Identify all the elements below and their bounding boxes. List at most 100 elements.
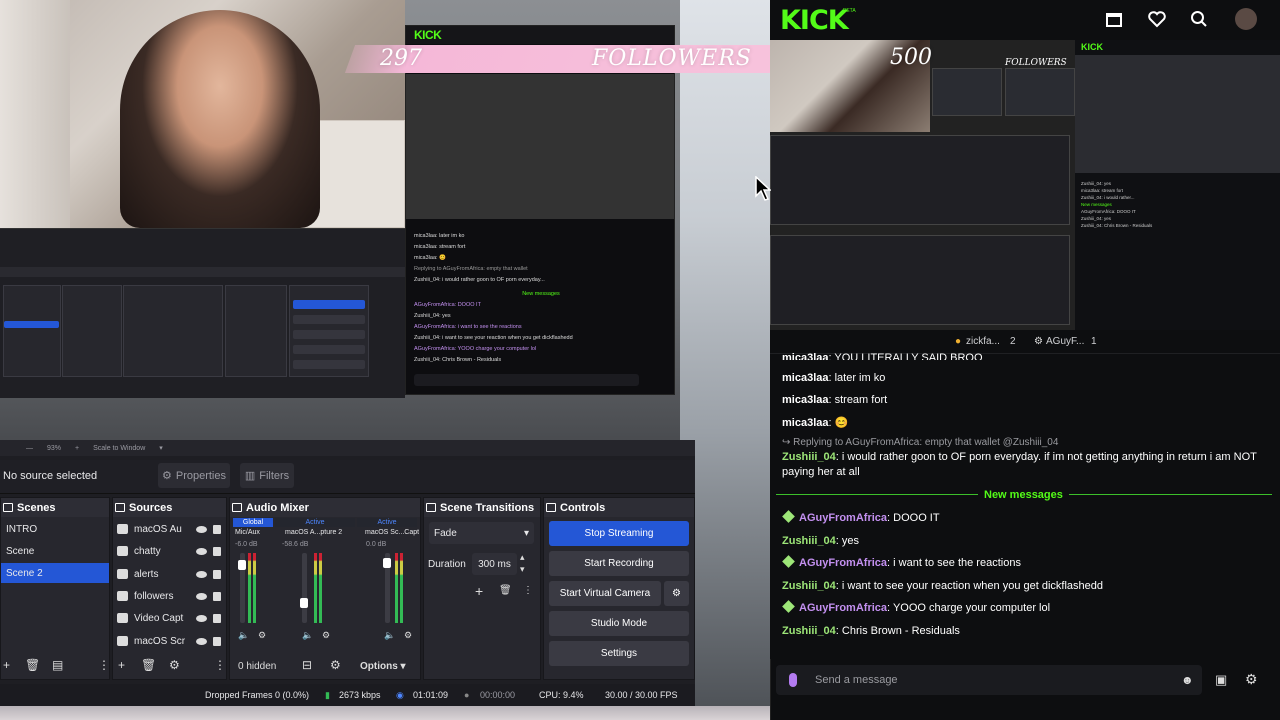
add-transition-icon[interactable]: + bbox=[475, 583, 483, 599]
avatar[interactable] bbox=[1235, 8, 1257, 30]
trash-icon[interactable]: 🗑 bbox=[499, 585, 512, 596]
zoom-plus-icon[interactable]: + bbox=[75, 445, 79, 452]
fader-knob[interactable] bbox=[300, 598, 308, 608]
gift-icon[interactable]: ▣ bbox=[1215, 672, 1227, 688]
speaker-icon[interactable]: 🔈 bbox=[302, 630, 313, 641]
trash-icon[interactable]: 🗑 bbox=[141, 658, 156, 677]
transition-select[interactable]: Fade ▾ bbox=[429, 522, 534, 544]
username[interactable]: Zushiii_04 bbox=[782, 451, 836, 463]
eye-icon[interactable] bbox=[196, 592, 207, 600]
scene-item[interactable]: INTRO bbox=[1, 519, 109, 539]
settings-icon[interactable]: ⚙ bbox=[258, 630, 266, 641]
mic-icon[interactable] bbox=[789, 673, 797, 687]
source-item[interactable]: macOS Au bbox=[117, 519, 225, 539]
lock-icon[interactable] bbox=[213, 546, 221, 556]
lock-icon[interactable] bbox=[213, 591, 221, 601]
heart-icon[interactable] bbox=[1148, 10, 1166, 28]
followers-label: FOLLOWERS bbox=[592, 46, 752, 71]
search-icon[interactable] bbox=[1190, 10, 1208, 28]
more-icon[interactable]: ⋮ bbox=[523, 585, 533, 596]
add-scene-icon[interactable]: + bbox=[3, 658, 10, 677]
source-item[interactable]: alerts bbox=[117, 564, 225, 584]
settings-icon[interactable]: ⚙ bbox=[404, 630, 412, 641]
filters-button[interactable]: ▥ Filters bbox=[240, 463, 294, 488]
source-item[interactable]: followers bbox=[117, 586, 225, 606]
new-messages-label[interactable]: New messages bbox=[978, 489, 1069, 501]
scene-item[interactable]: Scene bbox=[1, 541, 109, 561]
add-source-icon[interactable]: + bbox=[118, 658, 125, 677]
mixer-tab-global[interactable]: Global bbox=[233, 518, 273, 527]
username[interactable]: mica3laa bbox=[782, 417, 828, 429]
duration-input[interactable]: 300 ms bbox=[472, 553, 517, 575]
more-icon[interactable]: ⋮ bbox=[98, 658, 110, 677]
settings-button[interactable]: Settings bbox=[549, 641, 689, 666]
source-item[interactable]: Video Capt bbox=[117, 608, 225, 628]
speaker-icon[interactable]: 🔈 bbox=[384, 630, 395, 641]
browser-icon bbox=[117, 569, 128, 579]
gear-icon[interactable]: ⚙ bbox=[664, 581, 689, 606]
zoom-minus-icon[interactable]: — bbox=[26, 445, 33, 452]
chat-message: AGuyFromAfrica: YOOO charge your compute… bbox=[782, 600, 1050, 614]
gear-icon[interactable]: ⚙ bbox=[330, 658, 341, 677]
lock-icon[interactable] bbox=[213, 636, 221, 646]
settings-icon[interactable]: ⚙ bbox=[322, 630, 330, 641]
kick-logo[interactable]: KICK bbox=[780, 5, 849, 36]
layout-icon[interactable]: ⊟ bbox=[302, 658, 312, 677]
username[interactable]: AGuyFromAfrica bbox=[799, 602, 887, 614]
scene-filter-icon[interactable]: ▤ bbox=[52, 658, 63, 677]
options-button[interactable]: Options ▾ bbox=[360, 661, 406, 680]
scene-item-selected[interactable]: Scene 2 bbox=[1, 563, 109, 583]
duration-label: Duration bbox=[428, 559, 466, 570]
lock-icon[interactable] bbox=[213, 524, 221, 534]
followers-label: FOLLOWERS bbox=[1005, 58, 1067, 68]
eye-icon[interactable] bbox=[196, 614, 207, 622]
mixer-tab-active[interactable]: Active bbox=[275, 518, 355, 527]
fader-knob[interactable] bbox=[383, 558, 391, 568]
viewer-name[interactable]: zickfa... bbox=[966, 336, 1000, 347]
viewer-name[interactable]: AGuyF... bbox=[1046, 336, 1084, 347]
eye-icon[interactable] bbox=[196, 570, 207, 578]
trash-icon[interactable]: 🗑 bbox=[25, 658, 40, 677]
lock-icon[interactable] bbox=[213, 569, 221, 579]
kick-stream-video[interactable]: KICK Zushiii_04: yes mica3laa: stream for… bbox=[770, 40, 1280, 330]
lock-icon[interactable] bbox=[213, 613, 221, 623]
username[interactable]: mica3laa bbox=[782, 394, 828, 406]
gift-icon[interactable] bbox=[1105, 10, 1123, 28]
chevron-down-icon[interactable]: ▾ bbox=[159, 444, 163, 452]
username[interactable]: Zushiii_04 bbox=[782, 535, 836, 547]
stepper-down-icon[interactable]: ▾ bbox=[520, 564, 525, 575]
scale-mode[interactable]: Scale to Window bbox=[93, 445, 145, 452]
badge-icon bbox=[782, 555, 795, 568]
start-recording-button[interactable]: Start Recording bbox=[549, 551, 689, 576]
username[interactable]: AGuyFromAfrica bbox=[799, 557, 887, 569]
properties-button[interactable]: ⚙ Properties bbox=[158, 463, 230, 488]
eye-icon[interactable] bbox=[196, 637, 207, 645]
chat-message: Zushiii_04: Chris Brown - Residuals bbox=[782, 625, 960, 637]
volume-fader[interactable] bbox=[302, 553, 307, 623]
username[interactable]: mica3laa bbox=[782, 372, 828, 384]
username[interactable]: Zushiii_04 bbox=[782, 625, 836, 637]
gear-icon[interactable]: ⚙ bbox=[169, 658, 180, 677]
emoji-icon[interactable]: ☻ bbox=[1181, 673, 1194, 687]
status-bar: Dropped Frames 0 (0.0%) ▮ 2673 kbps ◉ 01… bbox=[0, 684, 695, 706]
source-item[interactable]: macOS Scr bbox=[117, 631, 225, 651]
mixer-tab-active[interactable]: Active bbox=[357, 518, 417, 527]
fps: 30.00 / 30.00 FPS bbox=[605, 690, 678, 700]
eye-icon[interactable] bbox=[196, 525, 207, 533]
chat-message: AGuyFromAfrica: DOOO IT bbox=[782, 510, 940, 524]
fader-knob[interactable] bbox=[238, 560, 246, 570]
speaker-icon[interactable]: 🔈 bbox=[238, 630, 249, 641]
studio-mode-button[interactable]: Studio Mode bbox=[549, 611, 689, 636]
webcam-feed bbox=[0, 0, 405, 228]
eye-icon[interactable] bbox=[196, 547, 207, 555]
stepper-up-icon[interactable]: ▴ bbox=[520, 552, 525, 563]
source-item[interactable]: chatty bbox=[117, 541, 225, 561]
gear-icon[interactable]: ⚙ bbox=[1245, 671, 1258, 688]
username[interactable]: AGuyFromAfrica bbox=[799, 512, 887, 524]
more-icon[interactable]: ⋮ bbox=[214, 658, 226, 677]
sources-dock: Sources macOS Au chatty alerts followers… bbox=[112, 497, 227, 680]
stop-streaming-button[interactable]: Stop Streaming bbox=[549, 521, 689, 546]
start-virtual-camera-button[interactable]: Start Virtual Camera bbox=[549, 581, 661, 606]
username[interactable]: Zushiii_04 bbox=[782, 580, 836, 592]
mixer-db: -58.6 dB bbox=[282, 541, 309, 548]
